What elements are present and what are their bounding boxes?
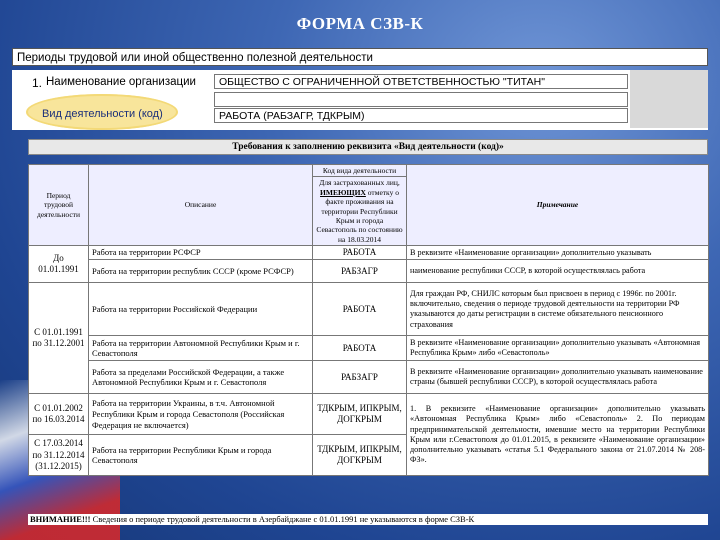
desc-cell: Работа на территории республик СССР (кро… xyxy=(88,259,313,284)
warning-text: Сведения о периоде трудовой деятельности… xyxy=(92,514,475,524)
note-cell: 1. В реквизите «Наименование организации… xyxy=(406,393,709,477)
requirements-table: Период трудовой деятельности Описание Ко… xyxy=(28,163,709,477)
desc-cell: Работа на территории Украины, в т.ч. Авт… xyxy=(88,393,313,436)
table-row: С 01.01.1991 по 31.12.2001 Работа на тер… xyxy=(28,282,709,395)
code-cell: РАБЗАГР xyxy=(312,360,407,395)
note-cell: наименование республики СССР, в которой … xyxy=(406,259,709,284)
note-cell: В реквизите «Наименование организации» д… xyxy=(406,360,709,395)
period-cell: До 01.01.1991 xyxy=(28,244,89,284)
desc-cell: Работа на территории Российской Федераци… xyxy=(88,282,313,337)
requirements-title: Требования к заполнению реквизита «Вид д… xyxy=(28,139,708,155)
org-name-label: Наименование организации xyxy=(46,76,196,88)
period-cell: С 01.01.1991 по 31.12.2001 xyxy=(28,282,89,395)
code-cell: РАБОТА xyxy=(312,335,407,362)
form-row-number: 1. xyxy=(32,76,43,90)
empty-field[interactable] xyxy=(214,92,628,107)
table-row: До 01.01.1991 Работа на территории РСФСР… xyxy=(28,244,709,284)
code-sub-emph: ИМЕЮЩИХ xyxy=(320,187,366,197)
period-cell: С 01.01.2002 по 16.03.2014 xyxy=(28,393,89,436)
table-header-row: Период трудовой деятельности Описание Ко… xyxy=(28,163,709,246)
desc-cell: Работа на территории РСФСР xyxy=(88,244,313,261)
code-cell: ТДКРЫМ, ИПКРЫМ, ДОГКРЫМ xyxy=(312,434,407,477)
code-cell: ТДКРЫМ, ИПКРЫМ, ДОГКРЫМ xyxy=(312,393,407,436)
table-row: Работа на территории республик СССР (кро… xyxy=(29,259,709,284)
table-row: Работа на территории Автономной Республи… xyxy=(29,335,709,362)
table-row: Работа за пределами Российской Федерации… xyxy=(29,360,709,395)
period-cell: С 17.03.2014 по 31.12.2014 (31.12.2015) xyxy=(28,434,89,477)
desc-cell: Работа за пределами Российской Федерации… xyxy=(88,360,313,395)
code-cell: РАБЗАГР xyxy=(312,259,407,284)
note-cell: Для граждан РФ, СНИЛС которым был присво… xyxy=(406,282,709,337)
table-row: С 01.01.2002 по 16.03.2014 Работа на тер… xyxy=(28,393,709,477)
desc-cell: Работа на территории Республики Крым и г… xyxy=(88,434,313,477)
header-note: Примечание xyxy=(406,164,709,246)
header-description: Описание xyxy=(88,164,313,246)
desc-cell: Работа на территории Автономной Республи… xyxy=(88,335,313,362)
activity-kind-field[interactable]: РАБОТА (РАБЗАГР, ТДКРЫМ) xyxy=(214,108,628,123)
header-period: Период трудовой деятельности xyxy=(28,164,89,246)
warning-note: ВНИМАНИЕ!!! Сведения о периоде трудовой … xyxy=(28,514,708,525)
activity-kind-label: Вид деятельности (код) xyxy=(42,108,163,120)
code-cell: РАБОТА xyxy=(312,282,407,337)
note-cell: В реквизите «Наименование организации» д… xyxy=(406,244,709,261)
header-code: Код вида деятельности xyxy=(312,163,407,178)
code-cell: РАБОТА xyxy=(312,244,407,261)
slide-title: ФОРМА СЗВ-К xyxy=(296,14,424,33)
gray-panel xyxy=(630,70,708,128)
header-code-sub: Для застрахованных лиц, ИМЕЮЩИХ отметку … xyxy=(312,176,407,246)
code-sub-prefix: Для застрахованных лиц, xyxy=(319,178,400,188)
form-excerpt: 1. Наименование организации Вид деятельн… xyxy=(12,70,708,130)
org-name-field[interactable]: ОБЩЕСТВО С ОГРАНИЧЕННОЙ ОТВЕТСТВЕННОСТЬЮ… xyxy=(214,74,628,89)
note-cell: В реквизите «Наименование организации» д… xyxy=(406,335,709,362)
warning-label: ВНИМАНИЕ!!! xyxy=(30,514,91,524)
section-header: Периоды трудовой или иной общественно по… xyxy=(12,48,708,66)
